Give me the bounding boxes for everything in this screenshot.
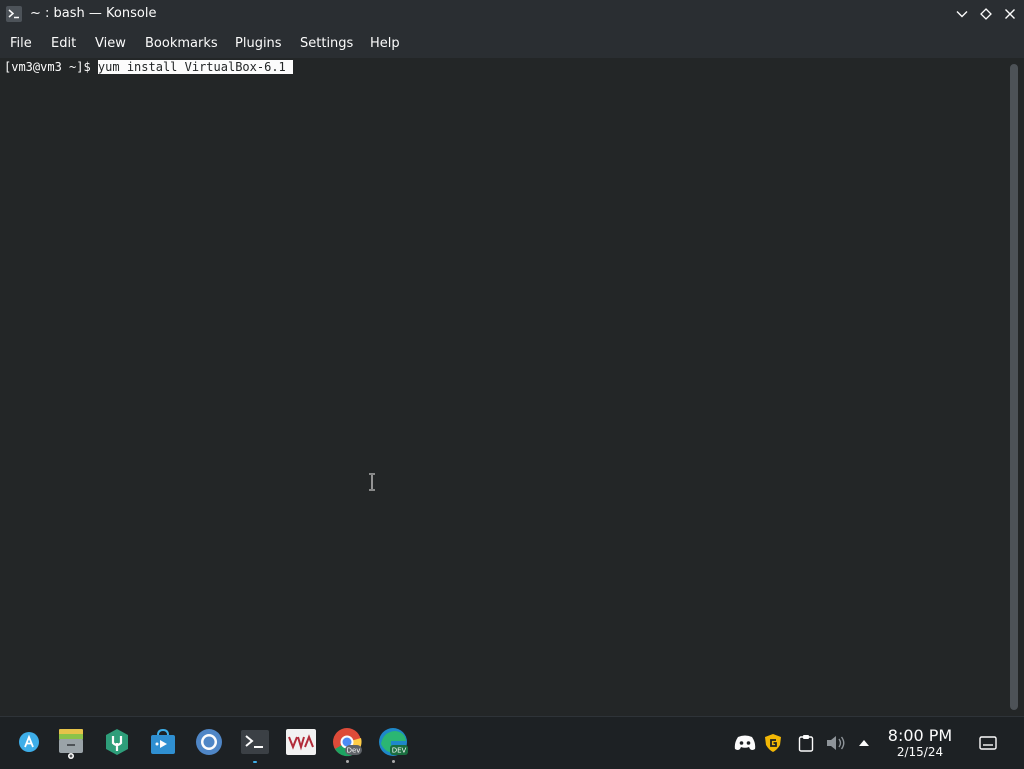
clock-time: 8:00 PM xyxy=(887,726,953,745)
vivaldi-like-button[interactable] xyxy=(284,725,318,759)
konsole-window: ~ : bash — Konsole File Edit View Bookma… xyxy=(0,0,1024,716)
show-desktop-button[interactable] xyxy=(977,732,999,754)
svg-text:DEV: DEV xyxy=(392,747,407,755)
clipboard-tray-button[interactable] xyxy=(795,732,817,754)
active-indicator xyxy=(253,761,257,763)
shell-prompt: [vm3@vm3 ~]$ xyxy=(4,60,98,74)
volume-icon xyxy=(827,736,845,750)
vivaldi-like-icon xyxy=(286,729,316,755)
menu-plugins[interactable]: Plugins xyxy=(235,36,282,51)
chromium-button[interactable] xyxy=(192,725,226,759)
diamond-icon xyxy=(980,8,992,20)
menu-view[interactable]: View xyxy=(95,36,126,51)
shield-g-icon xyxy=(765,734,781,752)
volume-tray-button[interactable] xyxy=(825,732,847,754)
application-launcher-button[interactable] xyxy=(12,725,46,759)
vpn-tray-button[interactable] xyxy=(762,732,784,754)
menu-edit[interactable]: Edit xyxy=(51,36,76,51)
scrollbar-thumb[interactable] xyxy=(1010,64,1018,710)
running-indicator xyxy=(346,760,349,763)
close-icon xyxy=(1005,9,1015,19)
discord-tray-button[interactable] xyxy=(734,732,756,754)
konsole-app-icon[interactable] xyxy=(6,6,22,22)
minimize-button[interactable] xyxy=(953,5,971,23)
taskbar: Dev DEV 8:00 PM 2/15/24 xyxy=(0,716,1024,769)
title-bar[interactable]: ~ : bash — Konsole xyxy=(0,0,1024,29)
running-indicator xyxy=(392,760,395,763)
chromium-icon xyxy=(196,729,222,755)
terminal-line: [vm3@vm3 ~]$ yum install VirtualBox-6.1 xyxy=(4,60,293,75)
close-button[interactable] xyxy=(1001,5,1019,23)
files-button[interactable] xyxy=(54,725,88,759)
edge-dev-button[interactable]: DEV xyxy=(376,725,410,763)
files-icon xyxy=(59,729,83,759)
selected-command-text[interactable]: yum install VirtualBox-6.1 xyxy=(97,60,293,74)
store-button[interactable] xyxy=(146,725,180,759)
svg-text:Dev: Dev xyxy=(347,747,361,755)
konsole-icon xyxy=(241,730,269,754)
desktop-icon xyxy=(979,736,997,750)
terminal-scrollbar[interactable] xyxy=(1005,58,1024,716)
ibeam-cursor-icon xyxy=(369,473,375,491)
chevron-down-icon xyxy=(956,11,968,18)
chrome-dev-icon: Dev xyxy=(333,728,362,757)
menu-help[interactable]: Help xyxy=(370,36,400,51)
tray-expand-button[interactable] xyxy=(853,732,875,754)
edge-dev-icon: DEV xyxy=(379,728,408,756)
menu-file[interactable]: File xyxy=(10,36,32,51)
discord-icon xyxy=(734,735,756,750)
konsole-taskbar-button[interactable] xyxy=(238,725,272,763)
clock[interactable]: 8:00 PM 2/15/24 xyxy=(880,726,960,760)
system-tool-icon xyxy=(106,729,128,755)
menu-bookmarks[interactable]: Bookmarks xyxy=(145,36,218,51)
menu-bar: File Edit View Bookmarks Plugins Setting… xyxy=(0,29,1024,58)
application-launcher-icon xyxy=(19,732,39,752)
clipboard-icon xyxy=(798,735,814,752)
store-icon xyxy=(151,728,175,754)
clock-date: 2/15/24 xyxy=(896,745,944,759)
chevron-up-icon xyxy=(859,740,869,746)
system-tool-button[interactable] xyxy=(100,725,134,759)
terminal-area[interactable]: [vm3@vm3 ~]$ yum install VirtualBox-6.1 xyxy=(0,58,1005,716)
window-title: ~ : bash — Konsole xyxy=(30,6,157,21)
menu-settings[interactable]: Settings xyxy=(300,36,353,51)
chrome-dev-button[interactable]: Dev xyxy=(330,725,364,763)
maximize-button[interactable] xyxy=(977,5,995,23)
